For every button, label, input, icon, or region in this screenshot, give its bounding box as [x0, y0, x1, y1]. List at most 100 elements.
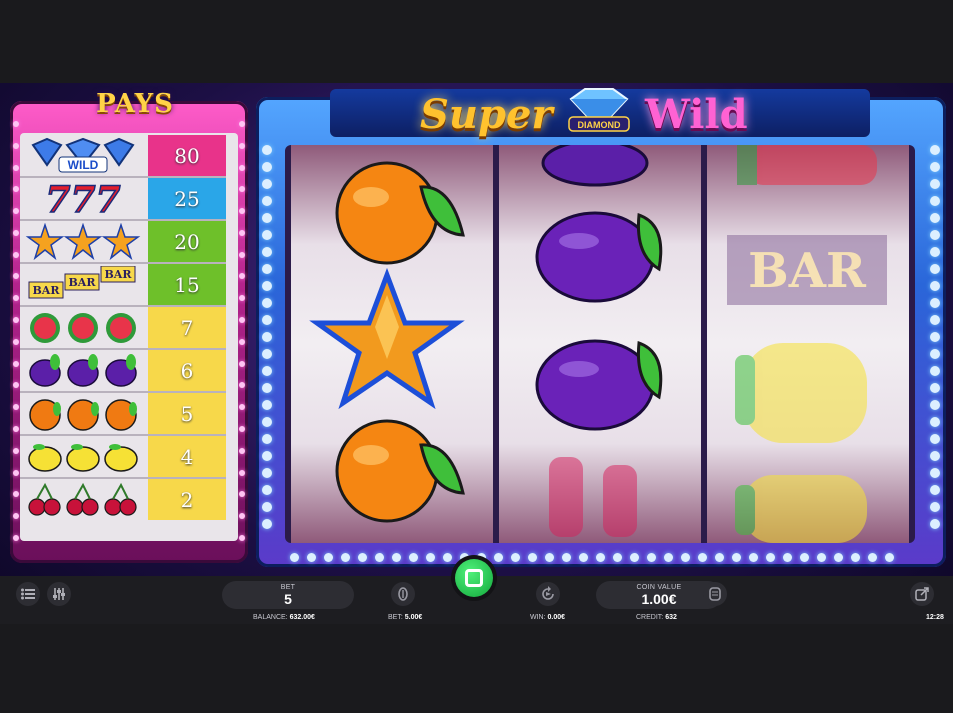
paytable-title: PAYS [96, 89, 174, 119]
svg-text:777: 777 [45, 180, 120, 218]
payout-value: 2 [148, 479, 226, 520]
lemon-icon [735, 475, 867, 543]
external-link-icon [915, 587, 929, 601]
bet-status-value: 5.00€ [404, 614, 423, 621]
payout-value: 4 [148, 436, 226, 477]
balance-value: 632.00€ [289, 614, 315, 621]
diamond-logo-icon: DIAMOND [568, 88, 630, 132]
paytable-row: 6 [20, 350, 226, 393]
star-icon [25, 222, 141, 260]
paytable-row: WILD 80 [20, 135, 226, 178]
bet-status: BET: 5.00€ [388, 614, 422, 621]
reel-2-symbols [535, 139, 663, 537]
cherry-icon [28, 482, 137, 516]
spin-button[interactable] [455, 559, 493, 597]
svg-text:WILD: WILD [68, 158, 99, 172]
coin-stack-icon [398, 587, 408, 601]
bet-control[interactable]: BET 5 [222, 581, 354, 609]
svg-text:BAR: BAR [748, 243, 867, 299]
coin-value: 1.00€ [641, 590, 677, 607]
payout-value: 7 [148, 307, 226, 348]
svg-text:BAR: BAR [33, 284, 61, 297]
menu-button[interactable] [16, 582, 40, 606]
sliders-icon [53, 588, 65, 600]
paytable-board: WILD 80 777 25 20 BAR BAR BAR 15 7 6 5 4… [20, 133, 238, 541]
bar-symbol: BAR BAR BAR [20, 264, 146, 305]
lemon-icon [735, 343, 867, 443]
payout-value: 6 [148, 350, 226, 391]
paytable-lights-right [239, 121, 245, 541]
orange-symbol [20, 393, 146, 434]
spin-button-ring [451, 555, 497, 601]
payout-value: 5 [148, 393, 226, 434]
orange-icon [335, 161, 465, 265]
frame-lights-right [930, 145, 940, 529]
settings-button[interactable] [47, 582, 71, 606]
payout-value: 80 [148, 135, 226, 176]
clock: 12:28 [926, 614, 944, 621]
balance-status: BALANCE: 632.00€ [253, 614, 315, 621]
clock-time: 12:28 [926, 614, 944, 621]
bet-label: BET [280, 583, 296, 591]
bet-status-label: BET: [388, 614, 403, 621]
watermelon-icon [737, 145, 877, 185]
paytable-row: 777 25 [20, 178, 226, 221]
plum-icon [541, 139, 649, 187]
max-bet-button[interactable] [391, 582, 415, 606]
reel-2 [499, 139, 701, 543]
paytable-lights-left [13, 121, 19, 541]
svg-text:BAR: BAR [69, 276, 97, 289]
reels-window: BAR [285, 139, 915, 543]
paytable-row: 5 [20, 393, 226, 436]
paytable-row: 2 [20, 479, 226, 520]
frame-lights-left [262, 145, 272, 529]
reel-3: BAR [707, 145, 909, 543]
svg-text:DIAMOND: DIAMOND [578, 120, 621, 130]
game-area: WILD 80 777 25 20 BAR BAR BAR 15 7 6 5 4… [0, 83, 953, 623]
win-label: WIN: [530, 614, 546, 621]
coin-selector-button[interactable] [703, 582, 727, 606]
balance-label: BALANCE: [253, 614, 288, 621]
frame-lights-bottom [290, 553, 894, 562]
bar-icon: BAR [727, 235, 887, 305]
watermelon-icon [30, 312, 136, 343]
coin-icon [709, 587, 721, 601]
wild-diamond-symbol: WILD [20, 135, 146, 176]
plum-icon [535, 339, 663, 431]
lemon-icon [28, 443, 138, 472]
paytable-row: 7 [20, 307, 226, 350]
stop-icon [465, 569, 483, 587]
cherry-symbol [20, 479, 146, 520]
autoplay-icon [542, 586, 554, 600]
cherry-icon [549, 457, 637, 537]
coin-value-label: COIN VALUE [636, 583, 682, 591]
payout-value: 25 [148, 178, 226, 219]
orange-icon [29, 398, 137, 431]
svg-text:BAR: BAR [105, 268, 133, 281]
wild-diamond-icon: WILD [31, 137, 135, 172]
star-icon [309, 267, 465, 410]
credit-status: CREDIT: 632 [636, 614, 677, 621]
lemon-symbol [20, 436, 146, 477]
paytable: WILD 80 777 25 20 BAR BAR BAR 15 7 6 5 4… [10, 89, 248, 563]
bar-icon: BAR BAR BAR [28, 265, 136, 298]
logo-wild: Wild [645, 91, 748, 138]
autoplay-button[interactable] [536, 582, 560, 606]
plum-symbol [20, 350, 146, 391]
paytable-row: 20 [20, 221, 226, 264]
exit-button[interactable] [910, 582, 934, 606]
seven-icon: 777 [45, 180, 122, 218]
reel-3-symbols: BAR [727, 145, 887, 543]
paytable-row: BAR BAR BAR 15 [20, 264, 226, 307]
logo-super: Super [420, 91, 553, 138]
payout-value: 20 [148, 221, 226, 262]
bet-value: 5 [284, 590, 292, 607]
seven-symbol: 777 [20, 178, 146, 219]
credit-label: CREDIT: [636, 614, 664, 621]
star-symbol [20, 221, 146, 262]
reel-1-symbols [309, 161, 465, 523]
credit-value: 632 [665, 614, 677, 621]
win-status: WIN: 0.00€ [530, 614, 565, 621]
win-value: 0.00€ [547, 614, 566, 621]
plum-icon [29, 353, 137, 387]
